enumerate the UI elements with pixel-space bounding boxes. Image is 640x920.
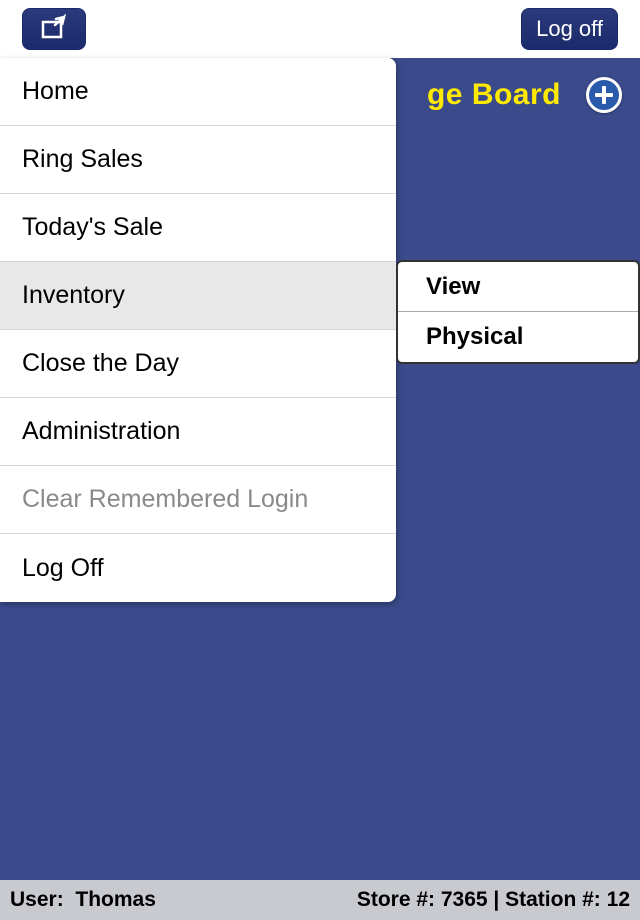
status-user: User: Thomas: [10, 888, 156, 912]
menu-item-label: Administration: [22, 417, 180, 446]
status-store-station: Store #: 7365 | Station #: 12: [357, 888, 630, 912]
user-name: Thomas: [75, 888, 156, 911]
menu-item-ring-sales[interactable]: Ring Sales: [0, 126, 396, 194]
store-label: Store #:: [357, 888, 435, 911]
user-label: User:: [10, 888, 64, 911]
station-number: 12: [607, 888, 630, 911]
share-icon: [39, 14, 69, 45]
page-title: ge Board: [427, 78, 561, 112]
submenu-item-label: Physical: [426, 323, 523, 351]
menu-item-label: Clear Remembered Login: [22, 485, 308, 514]
main-menu-dropdown: Home Ring Sales Today's Sale Inventory C…: [0, 58, 396, 602]
menu-item-log-off[interactable]: Log Off: [0, 534, 396, 602]
menu-item-inventory[interactable]: Inventory: [0, 262, 396, 330]
add-button[interactable]: [586, 77, 622, 113]
inventory-submenu: View Physical: [396, 260, 640, 364]
menu-item-administration[interactable]: Administration: [0, 398, 396, 466]
menu-item-label: Log Off: [22, 554, 104, 583]
menu-item-label: Close the Day: [22, 349, 179, 378]
menu-item-label: Inventory: [22, 281, 125, 310]
submenu-item-physical[interactable]: Physical: [398, 312, 638, 362]
logoff-button[interactable]: Log off: [521, 8, 618, 50]
share-button[interactable]: [22, 8, 86, 50]
submenu-item-view[interactable]: View: [398, 262, 638, 312]
submenu-item-label: View: [426, 273, 480, 301]
logoff-label: Log off: [536, 16, 603, 42]
status-bar: User: Thomas Store #: 7365 | Station #: …: [0, 880, 640, 920]
top-bar: Log off: [0, 0, 640, 58]
store-number: 7365: [441, 888, 488, 911]
menu-item-close-the-day[interactable]: Close the Day: [0, 330, 396, 398]
menu-item-clear-remembered-login: Clear Remembered Login: [0, 466, 396, 534]
menu-item-label: Home: [22, 77, 89, 106]
menu-item-home[interactable]: Home: [0, 58, 396, 126]
menu-item-label: Today's Sale: [22, 213, 163, 242]
menu-item-label: Ring Sales: [22, 145, 143, 174]
menu-item-todays-sale[interactable]: Today's Sale: [0, 194, 396, 262]
station-label: Station #:: [505, 888, 601, 911]
